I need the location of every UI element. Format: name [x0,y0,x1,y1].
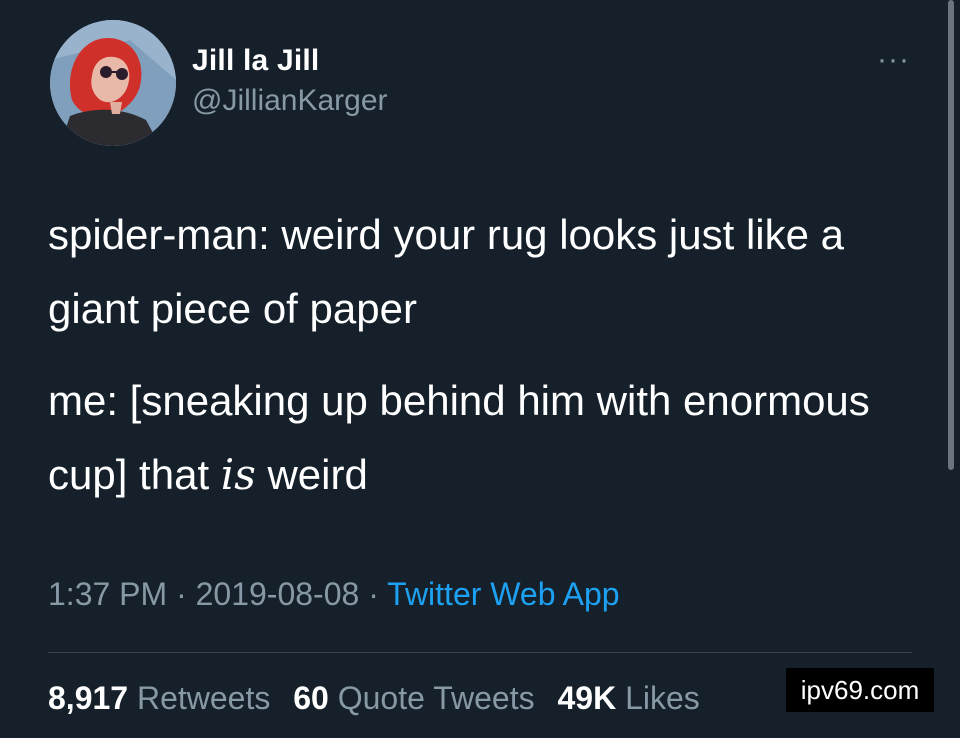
avatar-image [50,20,176,146]
retweets-stat[interactable]: 8,917 Retweets [48,680,270,716]
quotes-stat[interactable]: 60 Quote Tweets [293,680,534,716]
tweet-emphasis: is [220,450,256,499]
tweet-source-link[interactable]: Twitter Web App [387,576,619,612]
tweet-text-part: me: [sneaking up behind him with enormou… [48,377,870,498]
tweet-header: Jill la Jill @JillianKarger ··· [50,20,910,150]
meta-separator: · [167,576,196,612]
author-names: Jill la Jill @JillianKarger [192,42,388,120]
tweet-paragraph-2: me: [sneaking up behind him with enormou… [48,364,928,512]
tweet-paragraph-1: spider-man: weird your rug looks just li… [48,211,844,332]
tweet-meta: 1:37 PM · 2019-08-08 · Twitter Web App [48,576,620,613]
more-horizontal-icon[interactable]: ··· [877,45,910,75]
retweets-label: Retweets [136,680,271,716]
avatar[interactable] [50,20,176,146]
meta-separator: · [359,576,388,612]
tweet-text-part: weird [255,451,368,498]
quotes-label: Quote Tweets [337,680,535,716]
tweet-stats: 8,917 Retweets 60 Quote Tweets 49K Likes [48,680,714,717]
quotes-count: 60 [293,680,329,716]
retweets-count: 8,917 [48,680,129,716]
tweet-time[interactable]: 1:37 PM [48,576,167,612]
likes-label: Likes [625,680,700,716]
author-display-name[interactable]: Jill la Jill [192,42,388,80]
likes-count: 49K [557,680,617,716]
likes-stat[interactable]: 49K Likes [557,680,699,716]
watermark: ipv69.com [786,668,934,712]
scrollbar[interactable] [948,0,954,470]
tweet-date[interactable]: 2019-08-08 [196,576,360,612]
tweet-text: spider-man: weird your rug looks just li… [48,198,928,512]
author-handle[interactable]: @JillianKarger [192,82,388,120]
divider [48,652,912,653]
